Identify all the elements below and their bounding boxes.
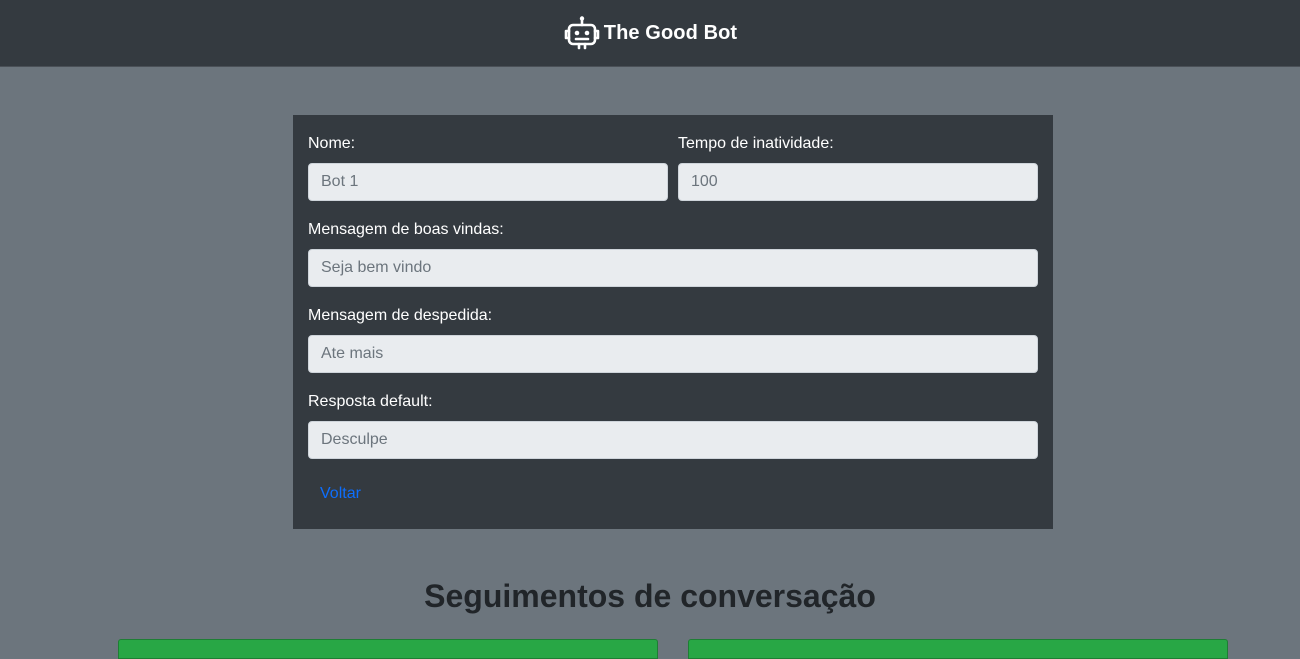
robot-icon xyxy=(564,16,600,50)
tempo-input[interactable] xyxy=(678,163,1038,201)
back-link[interactable]: Voltar xyxy=(320,485,361,503)
tempo-label: Tempo de inatividade: xyxy=(678,135,834,152)
boas-vindas-label: Mensagem de boas vindas: xyxy=(308,221,504,238)
boas-vindas-input[interactable] xyxy=(308,249,1038,287)
nome-label: Nome: xyxy=(308,135,356,152)
despedida-input[interactable] xyxy=(308,335,1038,373)
navbar: The Good Bot xyxy=(0,0,1300,67)
segments-title: Seguimentos de conversação xyxy=(424,578,876,614)
segment-card[interactable] xyxy=(118,639,658,659)
brand-name: The Good Bot xyxy=(603,21,738,44)
bot-settings-card: Nome: Tempo de inatividade: Mensagem de … xyxy=(293,115,1053,529)
resposta-default-input[interactable] xyxy=(308,421,1038,459)
resposta-default-label: Resposta default: xyxy=(308,393,433,410)
brand[interactable]: The Good Bot xyxy=(563,15,737,51)
segment-card[interactable] xyxy=(688,639,1228,659)
despedida-label: Mensagem de despedida: xyxy=(308,307,493,324)
nome-input[interactable] xyxy=(308,163,668,201)
